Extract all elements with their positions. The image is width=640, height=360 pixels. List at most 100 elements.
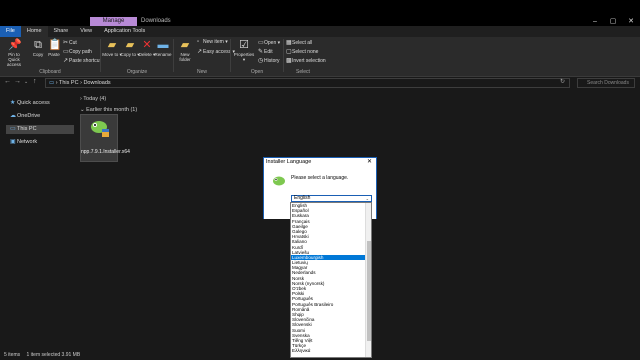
ribbon-tabs: File Home Share View Application Tools xyxy=(0,26,640,37)
sidebar-item-label: Quick access xyxy=(17,100,50,106)
sidebar-item-this-pc[interactable]: ▭This PC xyxy=(6,125,74,134)
open-button[interactable]: ▭Open ▾ xyxy=(258,39,280,46)
file-item[interactable]: npp.7.9.1.Installer.x64 xyxy=(80,114,130,162)
history-button[interactable]: ◷History xyxy=(258,57,280,64)
new-folder-icon: ▰ xyxy=(180,39,190,51)
minimize-button[interactable]: – xyxy=(586,18,604,26)
paste-icon: 📋 xyxy=(48,39,62,51)
window-title: Downloads xyxy=(141,18,171,24)
sidebar-item-label: This PC xyxy=(17,126,37,132)
navigation-pane: ★ Quick access ☁OneDrive ▭This PC ▣Networ… xyxy=(0,94,76,350)
tab-file[interactable]: File xyxy=(0,26,21,37)
selection-info: 1 item selected 3.91 MB xyxy=(26,352,81,358)
chevron-down-icon: ⌄ xyxy=(365,196,369,201)
paste-label: Paste xyxy=(48,52,60,57)
pin-quick-access-button[interactable]: 📌 Pin to Quick access xyxy=(2,39,26,67)
history-label: History xyxy=(264,58,280,64)
select-all-button[interactable]: ▦Select all xyxy=(286,39,312,46)
new-item-label: New item ▾ xyxy=(203,39,228,45)
recent-chevron-icon[interactable]: ⌄ xyxy=(24,79,28,85)
select-none-button[interactable]: ▢Select none xyxy=(286,48,318,55)
group-header-label: Earlier this month (1) xyxy=(86,107,138,113)
organize-group-label: Organize xyxy=(126,69,148,75)
new-folder-button[interactable]: ▰ New folder xyxy=(175,39,195,62)
properties-icon: ☑ xyxy=(239,39,249,51)
rename-button[interactable]: ▬ Rename xyxy=(153,39,173,57)
manage-context-tab[interactable]: Manage xyxy=(90,17,137,26)
cut-button[interactable]: ✂Cut xyxy=(63,39,77,46)
refresh-icon[interactable]: ↻ xyxy=(560,78,565,85)
properties-label: Properties ▾ xyxy=(233,52,255,62)
open-group: ☑ Properties ▾ ▭Open ▾ ✎Edit ◷History Op… xyxy=(231,37,283,77)
breadcrumb: › This PC › Downloads xyxy=(55,80,111,86)
copy-path-button[interactable]: ▭Copy path xyxy=(63,48,92,55)
group-header-today[interactable]: › Today (4) xyxy=(80,96,106,102)
copy-label: Copy xyxy=(32,52,44,57)
maximize-button[interactable]: ▢ xyxy=(604,18,622,26)
select-group-label: Select xyxy=(296,69,310,75)
paste-button[interactable]: 📋 Paste xyxy=(44,39,64,57)
up-arrow-icon[interactable]: ↑ xyxy=(33,78,37,85)
cut-label: Cut xyxy=(69,40,77,46)
clipboard-group-label: Clipboard xyxy=(39,69,61,75)
language-select[interactable]: English ⌄ xyxy=(291,195,372,202)
delete-icon: ✕ xyxy=(142,39,152,51)
computer-icon: ▭ xyxy=(10,126,16,132)
sidebar-item-quick-access[interactable]: ★ Quick access xyxy=(6,99,74,108)
edit-label: Edit xyxy=(264,49,273,55)
new-group: ▰ New folder ▫ New item ▾ ↗Easy access ▾ … xyxy=(174,37,235,77)
rename-icon: ▬ xyxy=(157,39,169,51)
dialog-prompt: Please select a language. xyxy=(291,175,349,181)
new-folder-label: New folder xyxy=(179,52,191,62)
ribbon: 📌 Pin to Quick access ⧉ Copy 📋 Paste ✂Cu… xyxy=(0,37,640,77)
tab-view[interactable]: View xyxy=(74,26,98,37)
select-group: ▦Select all ▢Select none ▩Invert selecti… xyxy=(284,37,326,77)
scrollbar-thumb[interactable] xyxy=(367,241,371,341)
sidebar-item-network[interactable]: ▣Network xyxy=(6,138,74,147)
move-to-button[interactable]: ▰ Move to ▾ xyxy=(102,39,122,57)
address-row: ← → ⌄ ↑ ▭ › This PC › Downloads ↻ Search… xyxy=(0,77,640,89)
invert-selection-button[interactable]: ▩Invert selection xyxy=(286,57,326,64)
chameleon-icon xyxy=(273,176,285,186)
search-input[interactable]: Search Downloads xyxy=(577,78,635,88)
language-dropdown-list[interactable]: English Español Euskara Français Gaeilge Gale… xyxy=(290,202,372,358)
move-to-label: Move to ▾ xyxy=(102,52,122,57)
back-arrow-icon[interactable]: ← xyxy=(4,78,11,85)
paste-shortcut-button[interactable]: ↗Paste shortcut xyxy=(63,57,101,64)
new-group-label: New xyxy=(196,69,207,75)
sidebar-item-label: OneDrive xyxy=(17,113,41,119)
dialog-title-bar: Installer Language ✕ xyxy=(264,158,376,167)
organize-group: ▰ Move to ▾ ▰ Copy to ▾ ✕ Delete ▾ ▬ Ren… xyxy=(101,37,173,77)
sidebar-item-onedrive[interactable]: ☁OneDrive xyxy=(6,112,74,121)
file-name: npp.7.9.1.Installer.x64 xyxy=(81,149,130,155)
open-group-label: Open xyxy=(250,69,264,75)
tab-home[interactable]: Home xyxy=(20,26,48,37)
close-button[interactable]: ✕ xyxy=(622,18,640,26)
folder-copy-icon: ▰ xyxy=(125,39,135,51)
language-select-value: English xyxy=(294,195,311,201)
star-icon: ★ xyxy=(10,100,16,106)
group-header-earlier[interactable]: ⌄ Earlier this month (1) xyxy=(80,107,137,113)
rename-label: Rename xyxy=(154,52,172,57)
new-item-button[interactable]: ▫ New item ▾ xyxy=(197,39,228,45)
language-option[interactable]: Ελληνικά xyxy=(291,348,365,353)
folder-move-icon: ▰ xyxy=(107,39,117,51)
tab-application-tools[interactable]: Application Tools xyxy=(98,26,151,37)
tab-share[interactable]: Share xyxy=(48,26,75,37)
dialog-close-icon[interactable]: ✕ xyxy=(367,158,372,167)
cloud-icon: ☁ xyxy=(10,113,16,119)
sidebar-item-label: Network xyxy=(17,139,38,145)
properties-button[interactable]: ☑ Properties ▾ xyxy=(232,39,256,62)
invert-label: Invert selection xyxy=(292,58,326,64)
copy-path-label: Copy path xyxy=(69,49,92,55)
dropdown-scrollbar[interactable] xyxy=(365,203,371,357)
forward-arrow-icon[interactable]: → xyxy=(14,78,21,85)
address-bar[interactable]: ▭ › This PC › Downloads xyxy=(45,78,570,88)
select-none-label: Select none xyxy=(292,49,319,55)
item-count: 5 items xyxy=(4,352,21,358)
edit-button[interactable]: ✎Edit xyxy=(258,48,273,55)
select-all-label: Select all xyxy=(292,40,313,46)
title-bar: Manage Downloads – ▢ ✕ xyxy=(0,0,640,26)
copy-icon: ⧉ xyxy=(34,39,42,51)
dialog-title: Installer Language xyxy=(266,159,312,165)
